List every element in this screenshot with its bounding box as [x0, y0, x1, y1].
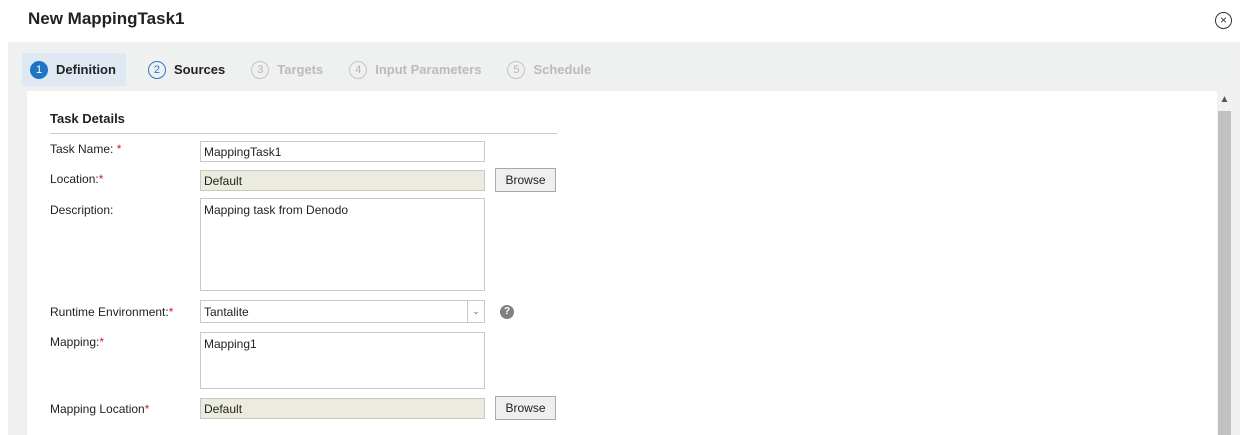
step-definition[interactable]: 1 Definition	[22, 53, 126, 86]
location-field: Default	[200, 170, 485, 191]
runtime-environment-select[interactable]: Tantalite ⌄	[200, 300, 485, 323]
scroll-up-icon[interactable]: ▲	[1217, 91, 1232, 108]
step-number: 1	[30, 60, 48, 79]
close-icon[interactable]: ×	[1215, 12, 1232, 29]
page-title: New MappingTask1	[28, 9, 185, 28]
step-sources[interactable]: 2 Sources	[144, 53, 229, 86]
mapping-location-label: Mapping Location*	[50, 402, 150, 416]
mapping-label: Mapping:*	[50, 335, 105, 349]
help-icon[interactable]: ?	[500, 305, 514, 319]
step-number: 3	[251, 60, 270, 79]
vertical-scrollbar[interactable]: ▲	[1217, 91, 1232, 435]
runtime-environment-label: Runtime Environment:*	[50, 305, 174, 319]
chevron-down-icon[interactable]: ⌄	[467, 301, 484, 322]
step-label: Sources	[173, 62, 226, 77]
step-schedule[interactable]: 5 Schedule	[503, 53, 595, 86]
wizard-steps: 1 Definition 2 Sources 3 Targets 4 Input…	[22, 53, 613, 86]
step-number: 2	[147, 60, 166, 79]
task-name-label: Task Name: *	[50, 142, 122, 156]
step-input-parameters[interactable]: 4 Input Parameters	[345, 53, 485, 86]
divider	[50, 133, 557, 134]
task-name-input[interactable]: MappingTask1	[200, 141, 485, 162]
mapping-field[interactable]: Mapping1	[200, 332, 485, 389]
step-label: Schedule	[533, 62, 592, 77]
mapping-location-browse-button[interactable]: Browse	[495, 396, 556, 420]
scroll-thumb[interactable]	[1218, 111, 1231, 435]
mapping-location-field: Default	[200, 398, 485, 419]
description-textarea[interactable]: Mapping task from Denodo	[200, 198, 485, 291]
step-label: Input Parameters	[375, 62, 482, 77]
step-number: 5	[507, 60, 526, 79]
step-label: Targets	[277, 62, 324, 77]
location-browse-button[interactable]: Browse	[495, 168, 556, 192]
step-number: 4	[349, 60, 368, 79]
step-targets[interactable]: 3 Targets	[247, 53, 327, 86]
location-label: Location:*	[50, 172, 104, 186]
runtime-environment-value: Tantalite	[204, 305, 249, 319]
description-label: Description:	[50, 203, 114, 217]
step-label: Definition	[56, 62, 116, 77]
section-title: Task Details	[50, 111, 125, 126]
